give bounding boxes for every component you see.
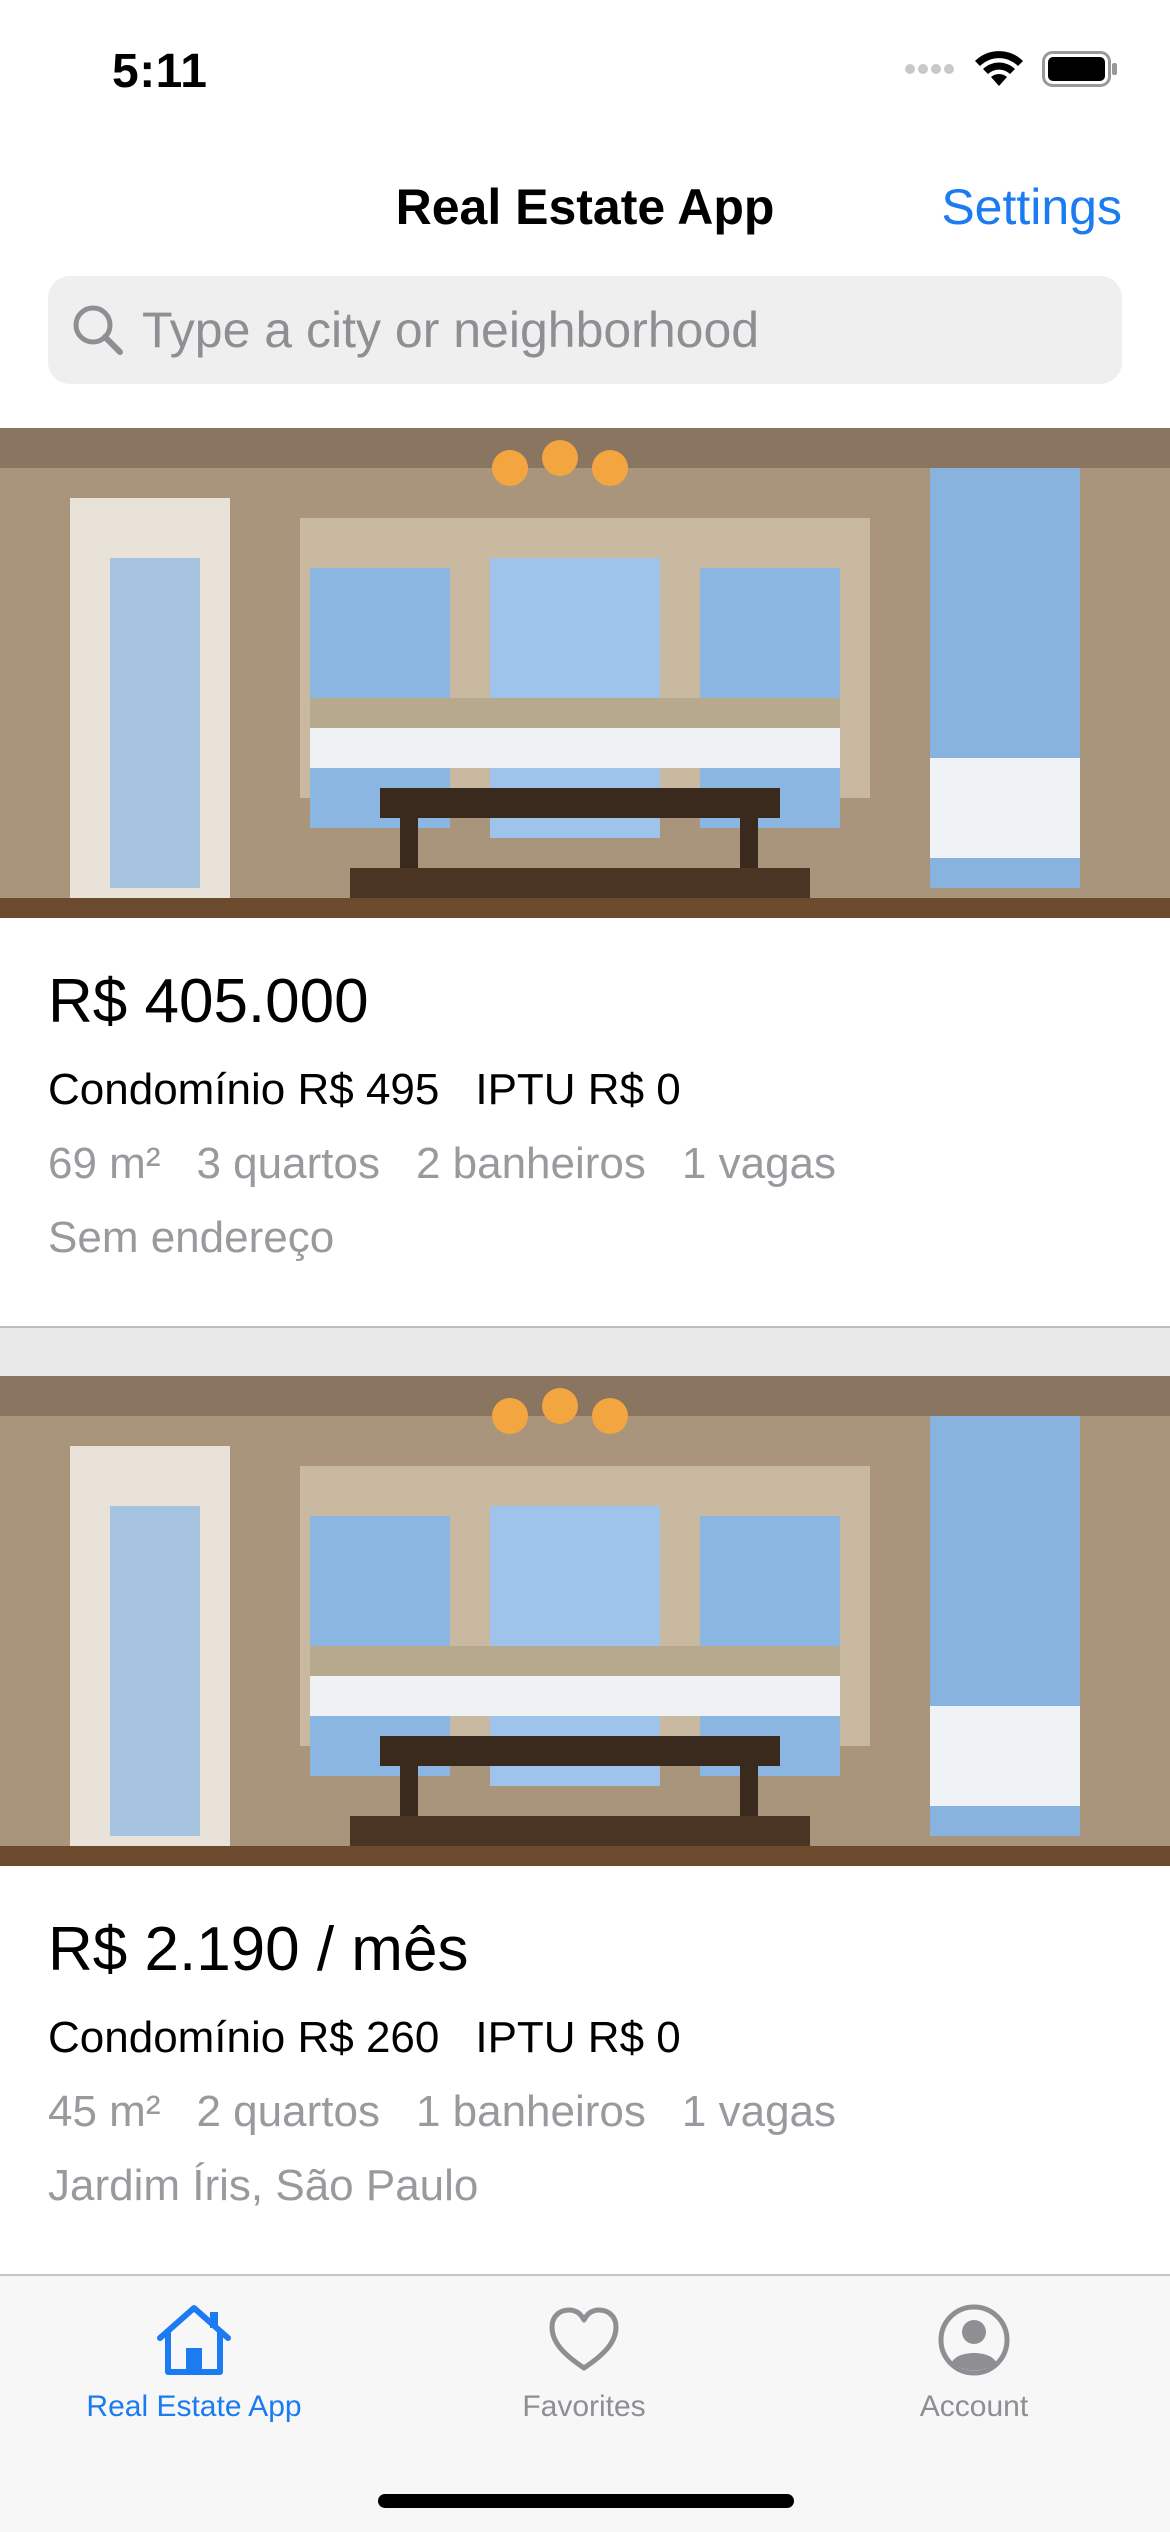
listing-bathrooms: 2 banheiros xyxy=(415,1139,646,1188)
wifi-icon xyxy=(975,51,1023,86)
property-photo xyxy=(0,1376,1170,1866)
iptu-fee: IPTU R$ 0 xyxy=(475,1065,681,1114)
status-bar: 5:11 xyxy=(0,0,1170,140)
listing-divider xyxy=(0,1326,1170,1376)
tab-label: Account xyxy=(919,2390,1029,2423)
listing-card[interactable]: R$ 2.190 / mês Condomínio R$ 260 IPTU R$… xyxy=(0,1376,1170,2211)
listing-fees: Condomínio R$ 495 IPTU R$ 0 xyxy=(48,1065,1122,1115)
condominio-fee: Condomínio R$ 260 xyxy=(48,2013,440,2062)
listing-area: 45 m² xyxy=(48,2087,161,2136)
tab-label: Favorites xyxy=(522,2390,646,2423)
battery-icon xyxy=(1042,51,1117,87)
settings-button[interactable]: Settings xyxy=(941,178,1122,236)
listing-address: Jardim Íris, São Paulo xyxy=(48,2161,479,2210)
listing-fees: Condomínio R$ 260 IPTU R$ 0 xyxy=(48,2013,1122,2063)
listing-area: 69 m² xyxy=(48,1139,161,1188)
property-photo xyxy=(0,428,1170,918)
listing-bathrooms: 1 banheiros xyxy=(415,2087,646,2136)
listing-parking: 1 vagas xyxy=(681,2087,837,2136)
tab-favorites[interactable]: Favorites xyxy=(464,2302,704,2424)
listing-specs: 69 m² 3 quartos 2 banheiros 1 vagas xyxy=(48,1139,1122,1189)
home-indicator[interactable] xyxy=(378,2494,794,2508)
navigation-bar: Real Estate App Settings xyxy=(0,160,1170,260)
listing-price: R$ 405.000 xyxy=(48,967,369,1036)
listing-rooms: 2 quartos xyxy=(196,2087,380,2136)
tab-real-estate-app[interactable]: Real Estate App xyxy=(74,2302,314,2424)
condominio-fee: Condomínio R$ 495 xyxy=(48,1065,440,1114)
status-time: 5:11 xyxy=(112,45,208,98)
listing-price: R$ 2.190 / mês xyxy=(48,1915,469,1984)
tab-label: Real Estate App xyxy=(86,2390,302,2423)
listing-parking: 1 vagas xyxy=(681,1139,837,1188)
person-circle-icon xyxy=(938,2304,1010,2376)
iptu-fee: IPTU R$ 0 xyxy=(475,2013,681,2062)
heart-icon xyxy=(549,2307,619,2371)
listing-specs: 45 m² 2 quartos 1 banheiros 1 vagas xyxy=(48,2087,1122,2137)
search-icon xyxy=(73,305,123,355)
house-icon xyxy=(157,2305,231,2375)
cellular-signal-icon xyxy=(905,64,954,74)
listing-rooms: 3 quartos xyxy=(196,1139,380,1188)
listing-address: Sem endereço xyxy=(48,1213,335,1262)
search-input[interactable] xyxy=(142,301,1092,359)
status-icons xyxy=(904,50,1118,88)
tab-account[interactable]: Account xyxy=(854,2302,1094,2424)
listing-card[interactable]: R$ 405.000 Condomínio R$ 495 IPTU R$ 0 6… xyxy=(0,428,1170,1263)
search-bar[interactable] xyxy=(48,276,1122,384)
